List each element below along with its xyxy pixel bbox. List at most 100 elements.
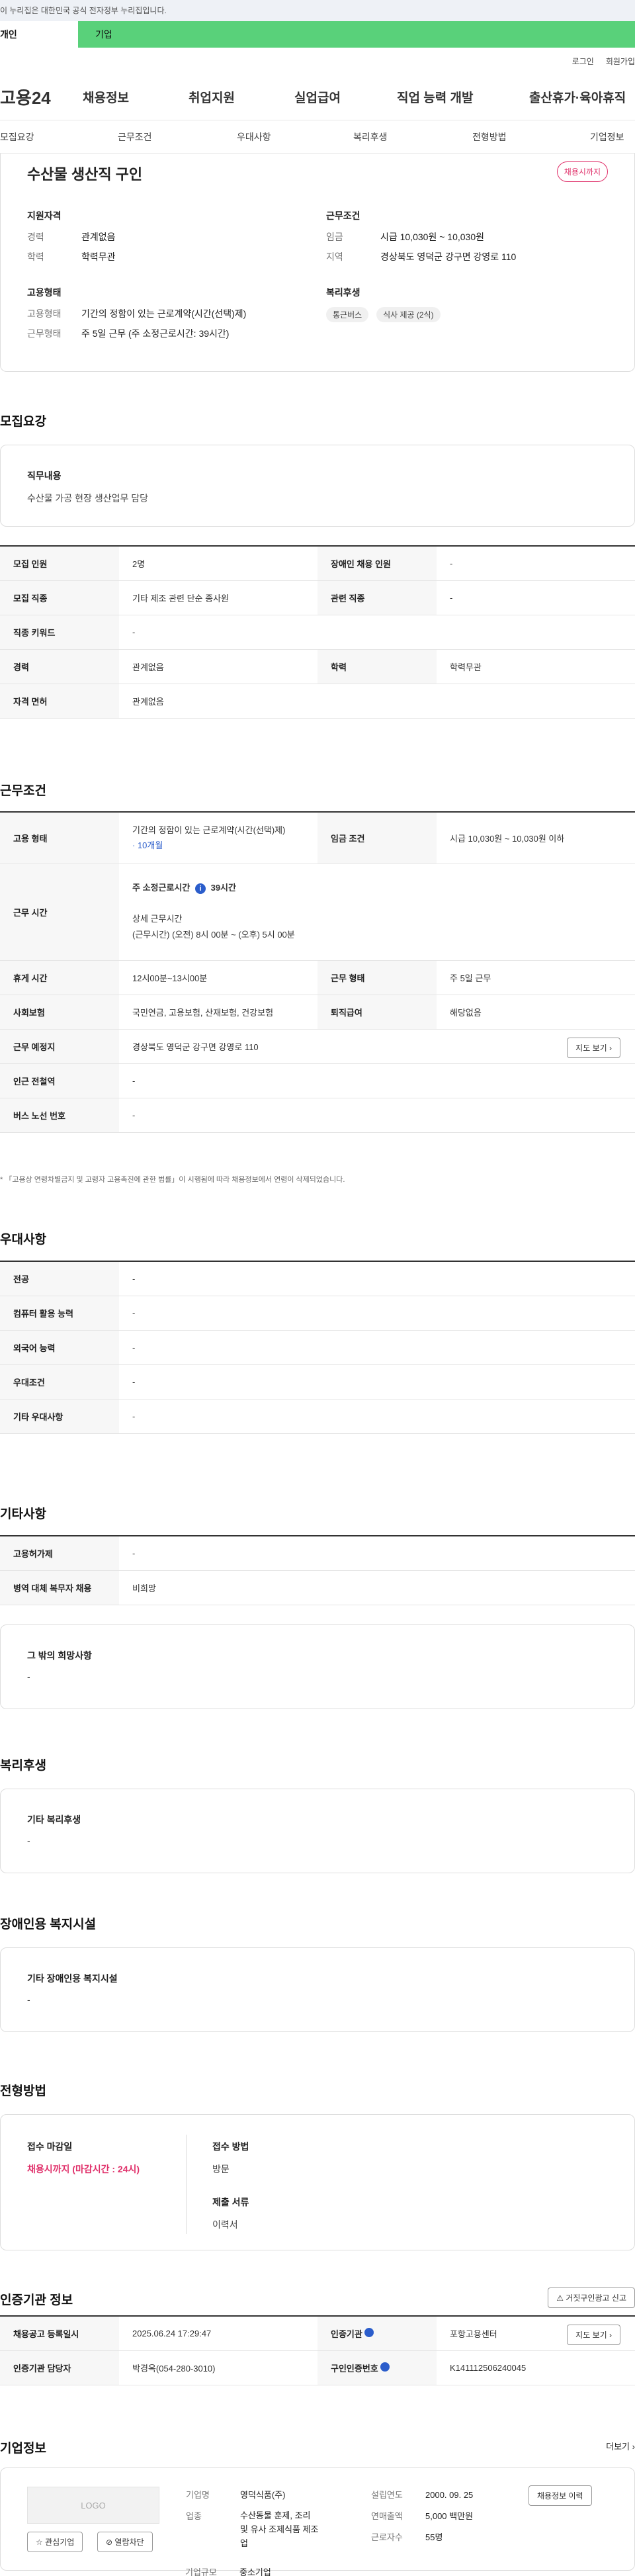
td-license: 관계없음	[119, 684, 635, 719]
company-ind: 수산동물 훈제, 조리 및 유사 조제식품 제조업	[240, 2510, 319, 2548]
signup-link[interactable]: 회원가입	[606, 56, 635, 67]
company-section: 기업정보 더보기 › LOGO ☆ 관심기업 ⊘ 열람차단 기업명 영덕식품(주)…	[0, 2384, 635, 2576]
summary-card: 수산물 생산직 구인 채용시까지 지원자격 경력 관계없음 학력 학력무관 근무조건…	[0, 154, 635, 372]
td-pref-cond: -	[119, 1364, 635, 1399]
gnb-unemployment[interactable]: 실업급여	[294, 88, 397, 106]
recruit-table: 모집 인원 2명 장애인 채용 인원 - 모집 직종 기타 제조 관련 단순 종…	[0, 545, 635, 719]
tab-preference[interactable]: 우대사항	[237, 130, 271, 144]
type1-row: 고용형태 기간의 정함이 있는 근로계약(시간(선택)제)	[27, 307, 246, 320]
cert-num-label: 구인인증번호	[331, 2363, 378, 2374]
th-worktype: 근무 형태	[318, 960, 437, 995]
info-icon[interactable]	[380, 2362, 390, 2372]
selection-divider	[186, 2135, 187, 2234]
th-retire: 퇴직급여	[318, 995, 437, 1030]
age-note: * 「고용상 연령차별금지 및 고령자 고용촉진에 관한 법률」이 시행됨에 따…	[0, 1176, 345, 1184]
block-label: 열람차단	[114, 2538, 144, 2547]
td-retire: 해당없음	[437, 995, 635, 1030]
gnb-leave[interactable]: 출산휴가·육아휴직	[529, 88, 635, 106]
td-military: 비희망	[119, 1570, 635, 1605]
tab-selection[interactable]: 전형방법	[472, 130, 507, 144]
more-link[interactable]: 더보기 ›	[606, 2440, 635, 2452]
edu-row: 학력 학력무관	[27, 250, 116, 263]
info-icon[interactable]: i	[194, 883, 206, 894]
tab-personal[interactable]: 개인	[0, 21, 78, 48]
table-row: 병역 대체 복무자 채용 비희망	[0, 1570, 635, 1605]
th-manager: 인증기관 담당자	[0, 2350, 119, 2385]
user-type-tabs: 개인 기업	[0, 21, 635, 48]
tab-recruit[interactable]: 모집요강	[0, 130, 34, 144]
disabled-box-value: -	[27, 1994, 30, 2005]
type2-value: 주 5일 근무 (주 소정근로시간: 39시간)	[81, 328, 230, 339]
th-military: 병역 대체 복무자 채용	[0, 1570, 119, 1605]
fav-company-button[interactable]: ☆ 관심기업	[27, 2532, 83, 2552]
gnb-training[interactable]: 직업 능력 개발	[397, 88, 529, 106]
td-edu: 학력무관	[437, 649, 635, 684]
td-place: 경상북도 영덕군 강구면 강영로 110 지도 보기 ›	[119, 1029, 635, 1064]
site-logo[interactable]: 고용24	[0, 85, 83, 109]
company-size-label: 기업규모	[185, 2567, 217, 2576]
deadline-label: 접수 마감일	[27, 2141, 73, 2152]
login-link[interactable]: 로그인	[572, 56, 594, 67]
table-row: 직종 키워드 -	[0, 615, 635, 650]
etc-section: 기타사항 고용허가제 - 병역 대체 복무자 채용 비희망 그 밖의 희망사항 -	[0, 1467, 635, 1712]
report-button[interactable]: ⚠ 거짓구인광고 신고	[548, 2287, 635, 2308]
td-rest: 12시00분~13시00분	[119, 960, 318, 995]
qual-title: 지원자격	[27, 210, 62, 221]
deadline-value: 채용시까지 (마감시간 : 24시)	[27, 2164, 140, 2174]
agency-map-button[interactable]: 지도 보기 ›	[567, 2325, 620, 2345]
company-sales-row: 연매출액 5,000 백만원	[371, 2509, 473, 2522]
hours-weekly-value: 39시간	[210, 882, 236, 893]
company-sales-label: 연매출액	[371, 2511, 403, 2521]
history-button[interactable]: 채용정보 이력	[529, 2485, 592, 2506]
method-label: 접수 방법	[212, 2141, 249, 2152]
global-nav: 고용24 채용정보 취업지원 실업급여 직업 능력 개발 출산휴가·육아휴직	[0, 74, 635, 120]
td-subway: -	[119, 1063, 635, 1098]
tab-conditions[interactable]: 근무조건	[118, 130, 152, 144]
welfare-summary-title: 복리후생	[326, 287, 360, 298]
emp-period: · 10개월	[132, 840, 163, 851]
tab-welfare[interactable]: 복리후생	[353, 130, 388, 144]
info-icon[interactable]	[364, 2327, 374, 2337]
th-agency: 인증기관	[318, 2316, 437, 2351]
recruit-section: 모집요강 직무내용 수산물 가공 현장 생산업무 담당 모집 인원 2명 장애인…	[0, 372, 635, 1192]
gnb-jobs[interactable]: 채용정보	[83, 88, 189, 106]
td-related-job: -	[437, 580, 635, 615]
disabled-section: 장애인용 복지시설 기타 장애인용 복지시설 -	[0, 1877, 635, 2036]
career-row: 경력 관계없음	[27, 230, 116, 244]
th-insurance: 사회보험	[0, 995, 119, 1030]
wage-value: 시급 10,030원 ~ 10,030원	[380, 232, 485, 242]
th-edu: 학력	[318, 649, 437, 684]
pref-section: 우대사항 전공 - 컴퓨터 활용 능력 - 외국어 능력 - 우대조건 - 기타 우대사…	[0, 1192, 635, 1467]
th-permit: 고용허가제	[0, 1536, 119, 1571]
table-row: 사회보험 국민연금, 고용보험, 산재보험, 건강보험 퇴직급여 해당없음	[0, 995, 635, 1030]
emp-type-value: 기간의 정함이 있는 근로계약(시간(선택)제)	[132, 824, 286, 835]
section-tabs: 모집요강 근무조건 우대사항 복리후생 전형방법 기업정보	[0, 120, 635, 154]
map-button[interactable]: 지도 보기 ›	[567, 1037, 620, 1058]
pref-table: 전공 - 컴퓨터 활용 능력 - 외국어 능력 - 우대조건 - 기타 우대사항 -	[0, 1261, 635, 1434]
td-career: 관계없음	[119, 649, 318, 684]
duty-value: 수산물 가공 현장 생산업무 담당	[27, 493, 148, 504]
table-row: 휴게 시간 12시00분~13시00분 근무 형태 주 5일 근무	[0, 960, 635, 995]
disabled-box-label: 기타 장애인용 복지시설	[27, 1973, 118, 1984]
chevron-right-icon: ›	[609, 1043, 612, 1053]
other-wish-label: 그 밖의 희망사항	[27, 1650, 92, 1661]
type1-value: 기간의 정함이 있는 근로계약(시간(선택)제)	[81, 308, 247, 319]
welfare-section: 복리후생 기타 복리후생 -	[0, 1712, 635, 1877]
tab-corporate[interactable]: 기업	[78, 21, 156, 48]
company-name-label: 기업명	[186, 2490, 210, 2500]
tab-company[interactable]: 기업정보	[590, 130, 624, 144]
gnb-employment-support[interactable]: 취업지원	[189, 88, 294, 106]
th-disabled-headcount: 장애인 채용 인원	[318, 546, 437, 581]
company-est: 2000. 09. 25	[425, 2490, 474, 2500]
type2-label: 근무형태	[27, 328, 62, 339]
status-badge: 채용시까지	[556, 161, 608, 182]
cert-section: 인증기관 정보 ⚠ 거짓구인광고 신고 채용공고 등록일시 2025.06.24…	[0, 2252, 635, 2385]
block-button[interactable]: ⊘ 열람차단	[97, 2532, 153, 2552]
edu-value: 학력무관	[81, 251, 116, 262]
company-title: 기업정보	[0, 2442, 46, 2456]
td-insurance: 국민연금, 고용보험, 산재보험, 건강보험	[119, 995, 318, 1030]
table-row: 컴퓨터 활용 능력 -	[0, 1296, 635, 1331]
table-row: 고용허가제 -	[0, 1536, 635, 1571]
td-major: -	[119, 1261, 635, 1296]
th-cert-num: 구인인증번호	[318, 2350, 437, 2385]
